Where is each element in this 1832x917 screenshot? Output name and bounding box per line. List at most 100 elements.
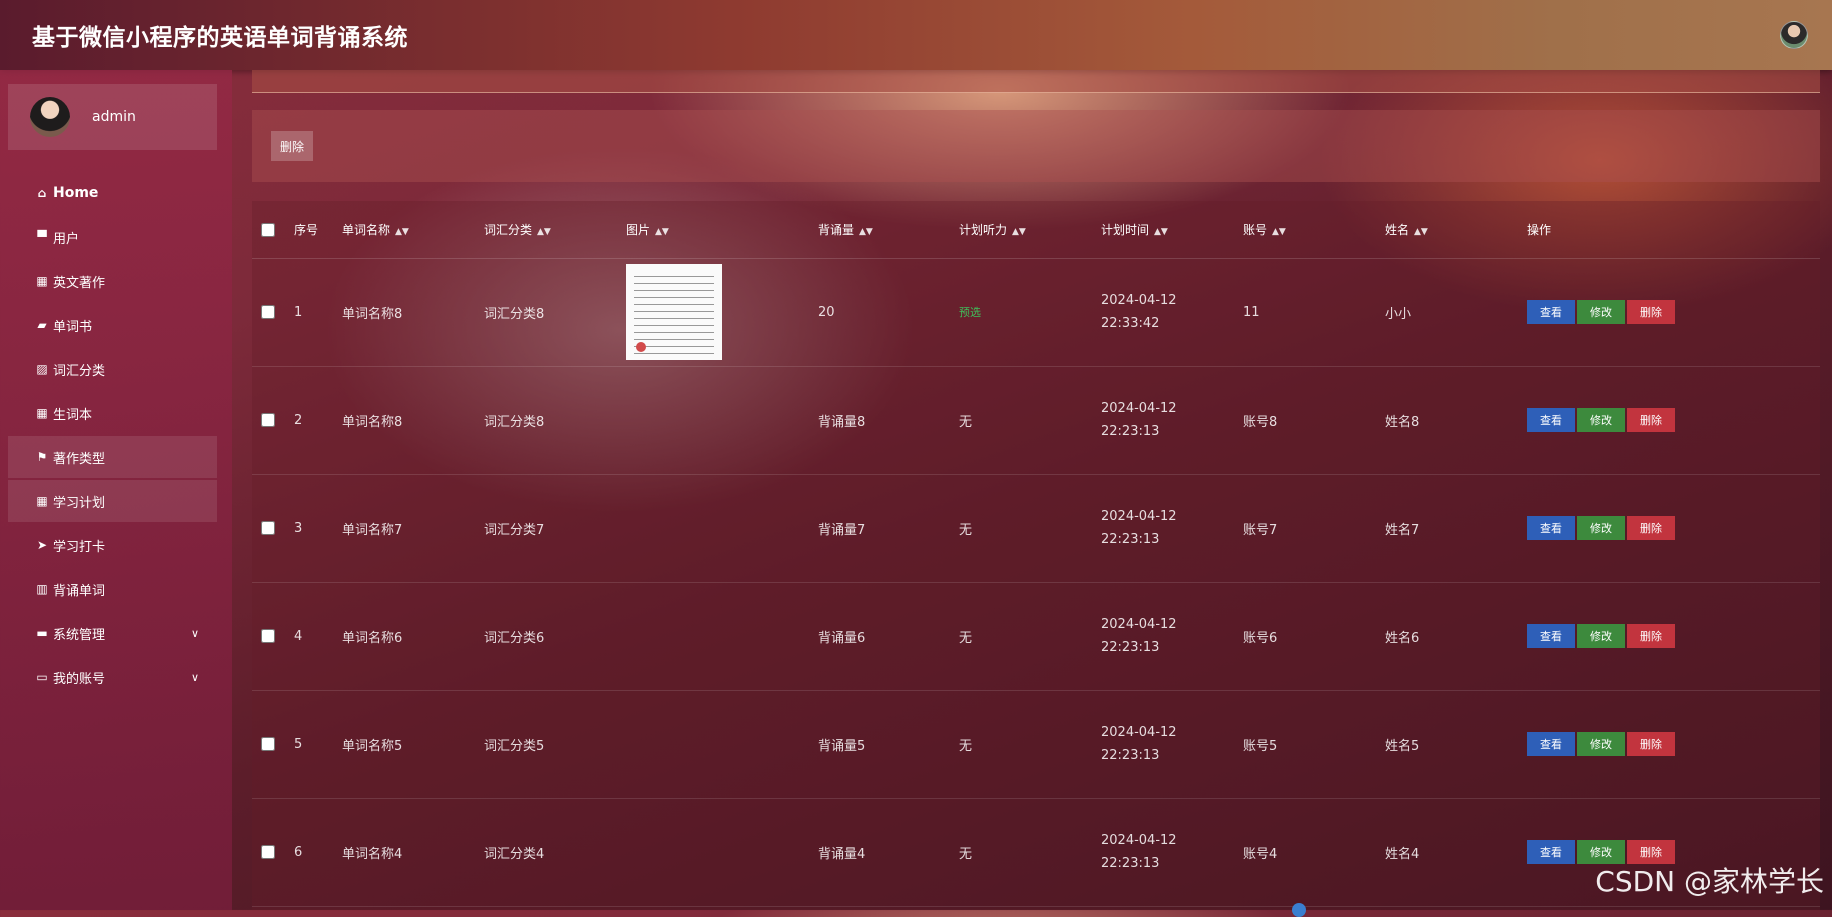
view-button[interactable]: 查看 xyxy=(1527,732,1575,756)
table-header-row: 序号 单词名称 ▲▼ 词汇分类 ▲▼ 图片 ▲▼ 背诵量 ▲▼ 计划听力 ▲▼ 计划时间 ▲… xyxy=(252,201,1820,259)
send-icon: ➤ xyxy=(36,538,48,552)
toolbar: 删除 xyxy=(252,110,1820,182)
cell-name: 小小 xyxy=(1385,306,1412,322)
word-image-thumbnail[interactable] xyxy=(626,264,722,360)
column-header-actions: 操作 xyxy=(1527,201,1820,259)
cell-time: 2024-04-12 22:23:13 xyxy=(1101,690,1243,798)
cell-category: 词汇分类7 xyxy=(484,522,545,538)
table-row: 5 单词名称5 词汇分类5 背诵量5 无 2024-04-12 22:23:13… xyxy=(252,690,1820,798)
cell-name: 姓名6 xyxy=(1385,630,1420,646)
column-header-image[interactable]: 图片 ▲▼ xyxy=(626,201,818,259)
sidebar-item-work-types[interactable]: ⚑ 著作类型 xyxy=(8,436,217,478)
row-checkbox[interactable] xyxy=(261,845,275,859)
edit-button[interactable]: 修改 xyxy=(1577,732,1625,756)
user-icon: ▀ xyxy=(37,230,47,244)
sidebar-item-label: 学习打卡 xyxy=(53,539,106,555)
sidebar-item-word-books[interactable]: ▰ 单词书 xyxy=(8,304,217,346)
delete-button[interactable]: 删除 xyxy=(1627,624,1675,648)
row-checkbox[interactable] xyxy=(261,629,275,643)
cell-time: 2024-04-12 22:23:13 xyxy=(1101,582,1243,690)
user-card: admin xyxy=(8,84,217,150)
sort-icon[interactable]: ▲▼ xyxy=(1272,227,1286,237)
column-header-category[interactable]: 词汇分类 ▲▼ xyxy=(484,201,626,259)
select-all-checkbox[interactable] xyxy=(261,222,275,237)
column-header-account[interactable]: 账号 ▲▼ xyxy=(1243,201,1385,259)
grid-icon: ▦ xyxy=(36,274,48,288)
cell-amount: 背诵量4 xyxy=(818,846,866,862)
edit-button[interactable]: 修改 xyxy=(1577,624,1625,648)
sidebar: admin ⌂ Home ▀ 用户 ▦ 英文著作 ▰ 单词书 ▨ 词汇分类 ▦ … xyxy=(0,70,232,910)
view-button[interactable]: 查看 xyxy=(1527,408,1575,432)
table-row: 4 单词名称6 词汇分类6 背诵量6 无 2024-04-12 22:23:13… xyxy=(252,582,1820,690)
sort-icon[interactable]: ▲▼ xyxy=(395,227,409,237)
header-avatar[interactable] xyxy=(1780,21,1808,49)
sidebar-menu: ⌂ Home ▀ 用户 ▦ 英文著作 ▰ 单词书 ▨ 词汇分类 ▦ 生词本 ⚑ … xyxy=(0,172,232,698)
sidebar-item-english-works[interactable]: ▦ 英文著作 xyxy=(8,260,217,302)
column-header-name[interactable]: 姓名 ▲▼ xyxy=(1385,201,1527,259)
edit-button[interactable]: 修改 xyxy=(1577,300,1625,324)
table-row: 6 单词名称4 词汇分类4 背诵量4 无 2024-04-12 22:23:13… xyxy=(252,798,1820,906)
sidebar-item-home[interactable]: ⌂ Home xyxy=(8,172,217,214)
cell-index: 4 xyxy=(294,628,303,644)
column-header-time[interactable]: 计划时间 ▲▼ xyxy=(1101,201,1243,259)
cell-category: 词汇分类8 xyxy=(484,414,545,430)
scroll-indicator[interactable] xyxy=(1292,903,1306,917)
cell-category: 词汇分类5 xyxy=(484,738,545,754)
edit-button[interactable]: 修改 xyxy=(1577,408,1625,432)
cell-actions: 查看 修改 删除 xyxy=(1527,690,1820,798)
sort-icon[interactable]: ▲▼ xyxy=(1154,227,1168,237)
cell-image xyxy=(626,366,818,474)
cell-actions: 查看 修改 删除 xyxy=(1527,474,1820,582)
search-bar-strip xyxy=(252,70,1820,93)
row-checkbox[interactable] xyxy=(261,737,275,751)
column-header-listening[interactable]: 计划听力 ▲▼ xyxy=(959,201,1101,259)
row-select-cell xyxy=(252,690,294,798)
cell-index: 3 xyxy=(294,520,303,536)
row-checkbox[interactable] xyxy=(261,521,275,535)
sidebar-item-label: 用户 xyxy=(53,231,80,247)
sidebar-item-label: 学习计划 xyxy=(53,495,106,511)
view-button[interactable]: 查看 xyxy=(1527,516,1575,540)
sidebar-item-vocab-notebook[interactable]: ▦ 生词本 xyxy=(8,392,217,434)
bar-chart-icon: ▥ xyxy=(36,582,48,596)
sidebar-item-users[interactable]: ▀ 用户 xyxy=(8,216,217,258)
sidebar-item-study-checkin[interactable]: ➤ 学习打卡 xyxy=(8,524,217,566)
sidebar-item-label: 词汇分类 xyxy=(53,363,106,379)
column-header-word[interactable]: 单词名称 ▲▼ xyxy=(342,201,484,259)
sidebar-item-study-plan[interactable]: ▦ 学习计划 xyxy=(8,480,217,522)
sidebar-item-recite-words[interactable]: ▥ 背诵单词 xyxy=(8,568,217,610)
edit-button[interactable]: 修改 xyxy=(1577,516,1625,540)
sidebar-item-label: 著作类型 xyxy=(53,451,106,467)
sort-icon[interactable]: ▲▼ xyxy=(537,227,551,237)
row-checkbox[interactable] xyxy=(261,305,275,319)
cell-index: 6 xyxy=(294,844,303,860)
delete-button[interactable]: 删除 xyxy=(1627,516,1675,540)
delete-button[interactable]: 删除 xyxy=(1627,408,1675,432)
view-button[interactable]: 查看 xyxy=(1527,624,1575,648)
bulk-delete-button[interactable]: 删除 xyxy=(271,131,314,161)
cell-category: 词汇分类8 xyxy=(484,306,545,322)
view-button[interactable]: 查看 xyxy=(1527,300,1575,324)
row-checkbox[interactable] xyxy=(261,413,275,427)
delete-button[interactable]: 删除 xyxy=(1627,732,1675,756)
top-header: 基于微信小程序的英语单词背诵系统 xyxy=(0,0,1832,70)
data-table-container: 序号 单词名称 ▲▼ 词汇分类 ▲▼ 图片 ▲▼ 背诵量 ▲▼ 计划听力 ▲▼ 计划时间 ▲… xyxy=(252,201,1820,910)
avatar xyxy=(30,97,70,137)
sidebar-item-system-admin[interactable]: ▬ 系统管理 ∨ xyxy=(8,612,217,654)
sidebar-item-vocab-category[interactable]: ▨ 词汇分类 xyxy=(8,348,217,390)
cell-account: 11 xyxy=(1243,304,1260,320)
sort-icon[interactable]: ▲▼ xyxy=(859,227,873,237)
delete-button[interactable]: 删除 xyxy=(1627,300,1675,324)
view-button[interactable]: 查看 xyxy=(1527,840,1575,864)
sort-icon[interactable]: ▲▼ xyxy=(1012,227,1026,237)
cell-amount: 背诵量8 xyxy=(818,414,866,430)
sidebar-item-my-account[interactable]: ▭ 我的账号 ∨ xyxy=(8,656,217,698)
column-header-amount[interactable]: 背诵量 ▲▼ xyxy=(818,201,959,259)
sort-icon[interactable]: ▲▼ xyxy=(655,227,669,237)
cell-category: 词汇分类4 xyxy=(484,846,545,862)
sort-icon[interactable]: ▲▼ xyxy=(1414,227,1428,237)
row-select-cell xyxy=(252,474,294,582)
card-icon: ▭ xyxy=(36,670,48,684)
cell-name: 姓名4 xyxy=(1385,846,1420,862)
row-select-cell xyxy=(252,366,294,474)
